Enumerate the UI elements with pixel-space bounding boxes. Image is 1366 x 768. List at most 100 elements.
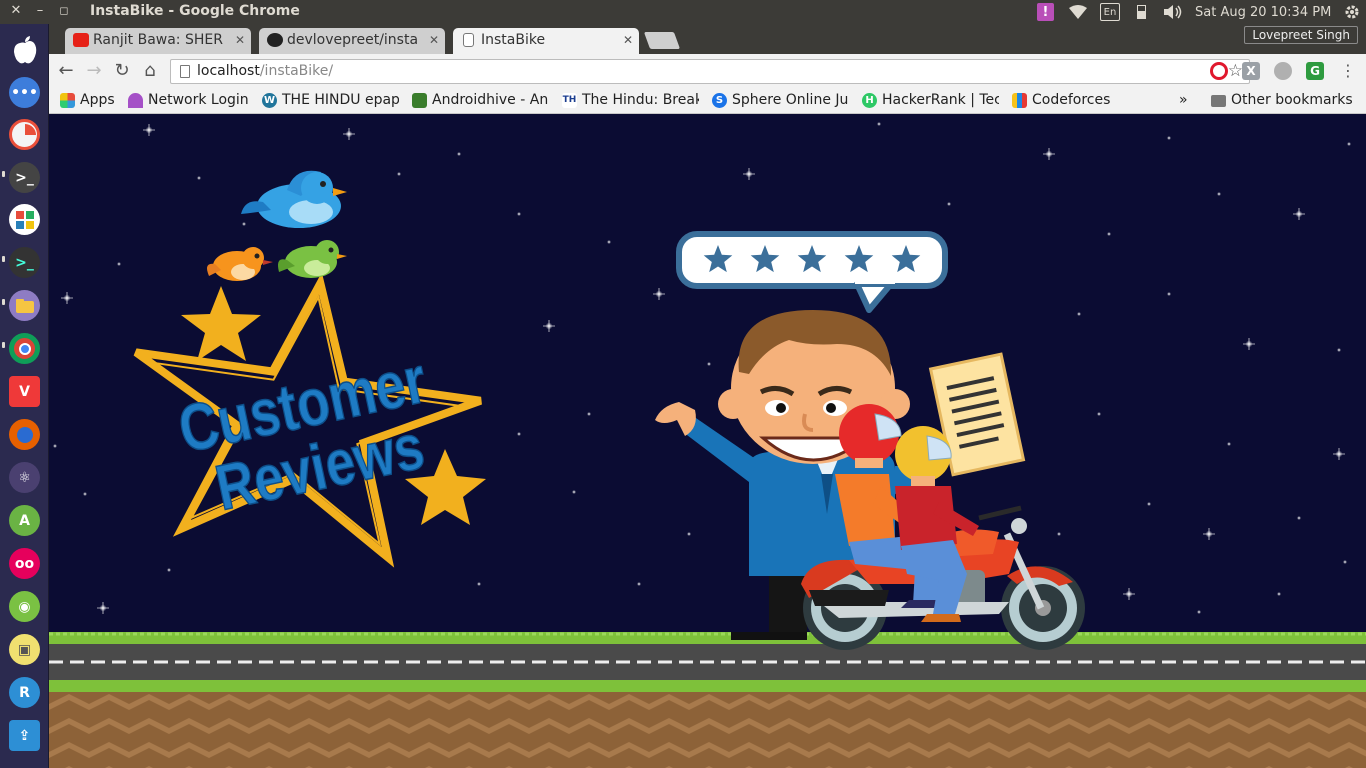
- sky-star-sparkle: [143, 124, 155, 136]
- androidhive-icon: [412, 93, 427, 108]
- address-bar[interactable]: localhost/instaBike/ ☆: [170, 59, 1250, 84]
- tab-close-icon[interactable]: ✕: [235, 28, 245, 52]
- url-host: localhost: [197, 63, 260, 79]
- home-icon[interactable]: ⌂: [139, 60, 161, 82]
- keyboard-layout-indicator[interactable]: En: [1100, 3, 1120, 21]
- flickr-icon[interactable]: oo: [9, 548, 40, 579]
- back-icon[interactable]: ←: [55, 60, 77, 82]
- sky-star-sparkle: [1293, 208, 1305, 220]
- bookmark-codeforces[interactable]: Codeforces: [1011, 91, 1121, 111]
- bookmarks-overflow-button[interactable]: »: [1177, 91, 1197, 111]
- bookmark-label: Apps: [80, 92, 115, 108]
- sky-star: [1347, 142, 1351, 146]
- window-close-icon[interactable]: ✕: [8, 3, 24, 19]
- bookmark-label: THE HINDU epap: [282, 92, 399, 108]
- sky-star-sparkle: [61, 292, 73, 304]
- window-minimize-icon[interactable]: –: [32, 3, 48, 19]
- sky-star-sparkle: [1243, 338, 1255, 350]
- page-info-icon[interactable]: [180, 65, 190, 78]
- tab-close-icon[interactable]: ✕: [623, 28, 633, 52]
- rating-speech-bubble: [676, 231, 948, 313]
- files-icon[interactable]: [9, 290, 40, 321]
- reload-icon[interactable]: ↻: [111, 60, 133, 82]
- forward-icon[interactable]: →: [83, 60, 105, 82]
- sky-star: [1167, 136, 1171, 140]
- atom-icon[interactable]: ⚛: [9, 462, 40, 493]
- sky-star-sparkle: [743, 168, 755, 180]
- android-studio-icon[interactable]: A: [9, 505, 40, 536]
- sky-star: [197, 176, 201, 180]
- profile-button[interactable]: Lovepreet Singh: [1244, 26, 1358, 44]
- bookmark-hackerrank[interactable]: H HackerRank | Tec: [861, 91, 999, 111]
- codeforces-icon: [1012, 93, 1027, 108]
- sky-star: [1297, 516, 1301, 520]
- tab-github[interactable]: devlovepreet/insta ✕: [259, 28, 445, 54]
- sky-star: [1097, 412, 1101, 416]
- vivaldi-icon[interactable]: V: [9, 376, 40, 407]
- system-top-panel: ✕ – ◻ InstaBike - Google Chrome ! En Sat…: [0, 0, 1366, 24]
- pie-app-icon[interactable]: [9, 119, 40, 150]
- battery-icon[interactable]: [1134, 2, 1148, 22]
- tab-title: Ranjit Bawa: SHER: [93, 32, 223, 48]
- more-apps-icon[interactable]: •••: [9, 77, 40, 108]
- upload-app-icon[interactable]: ⇪: [9, 720, 40, 751]
- sky-star-sparkle: [1333, 448, 1345, 460]
- sky-star: [1337, 348, 1341, 352]
- customer-reviews-badge: Customer Reviews: [133, 272, 486, 568]
- sky-star: [1197, 610, 1201, 614]
- tab-ranjit-bawa[interactable]: Ranjit Bawa: SHER ✕: [65, 28, 251, 54]
- g-extension-icon[interactable]: G: [1306, 62, 1324, 80]
- terminal-alt-icon[interactable]: >_: [9, 247, 40, 278]
- power-gear-icon[interactable]: [1343, 2, 1361, 22]
- opera-extension-icon[interactable]: [1210, 62, 1228, 80]
- terminal-icon[interactable]: >_: [9, 162, 40, 193]
- bookmark-androidhive[interactable]: Androidhive - An: [411, 91, 549, 111]
- umbrella-icon: [128, 93, 143, 108]
- apple-logo-icon[interactable]: [9, 34, 40, 65]
- other-bookmarks-folder[interactable]: Other bookmarks: [1210, 91, 1360, 111]
- bookmark-star-icon[interactable]: ☆: [1228, 60, 1243, 83]
- tab-title: InstaBike: [481, 32, 546, 48]
- window-maximize-icon[interactable]: ◻: [56, 3, 72, 19]
- wifi-icon[interactable]: [1068, 2, 1088, 22]
- app-grid-icon[interactable]: [9, 204, 40, 235]
- bookmark-label: The Hindu: Break: [582, 92, 699, 108]
- bookmark-apps[interactable]: Apps: [59, 91, 119, 111]
- sky-star: [1057, 532, 1061, 536]
- refresh-app-icon[interactable]: R: [9, 677, 40, 708]
- sky-star: [517, 212, 521, 216]
- cloud-extension-icon[interactable]: [1274, 62, 1292, 80]
- x-extension-icon[interactable]: X: [1242, 62, 1260, 80]
- sky-star-sparkle: [343, 128, 355, 140]
- sky-star-sparkle: [97, 602, 109, 614]
- sky-star: [1147, 502, 1151, 506]
- sky-star: [242, 222, 246, 226]
- chrome-icon[interactable]: [9, 333, 40, 364]
- robot-app-icon[interactable]: ◉: [9, 591, 40, 622]
- new-tab-button[interactable]: [643, 32, 681, 49]
- sky-star: [1227, 442, 1231, 446]
- bookmark-the-hindu-epaper[interactable]: W THE HINDU epap: [261, 91, 399, 111]
- firefox-icon[interactable]: [9, 419, 40, 450]
- clock[interactable]: Sat Aug 20 10:34 PM: [1195, 2, 1335, 22]
- sky-star: [687, 532, 691, 536]
- orange-bird-icon: [207, 247, 273, 281]
- image-viewer-icon[interactable]: ▣: [9, 634, 40, 665]
- bookmark-label: Other bookmarks: [1231, 92, 1353, 108]
- sky-star: [1077, 312, 1081, 316]
- instabike-page: Customer Reviews: [49, 114, 1366, 768]
- update-alert-icon[interactable]: !: [1037, 3, 1054, 21]
- bookmark-the-hindu-breaking[interactable]: TH The Hindu: Break: [561, 91, 699, 111]
- tab-instabike[interactable]: InstaBike ✕: [453, 28, 639, 54]
- bookmark-network-login[interactable]: Network Login: [127, 91, 253, 111]
- chrome-menu-icon[interactable]: ⋮: [1337, 60, 1359, 82]
- sky-star: [517, 432, 521, 436]
- green-bird-icon: [278, 240, 347, 278]
- volume-icon[interactable]: [1162, 2, 1184, 22]
- sky-star: [1217, 192, 1221, 196]
- sky-star: [637, 582, 641, 586]
- tab-close-icon[interactable]: ✕: [429, 28, 439, 52]
- sky-star: [947, 202, 951, 206]
- bookmark-label: Sphere Online Ju: [732, 92, 849, 108]
- bookmark-sphere-online-judge[interactable]: S Sphere Online Ju: [711, 91, 849, 111]
